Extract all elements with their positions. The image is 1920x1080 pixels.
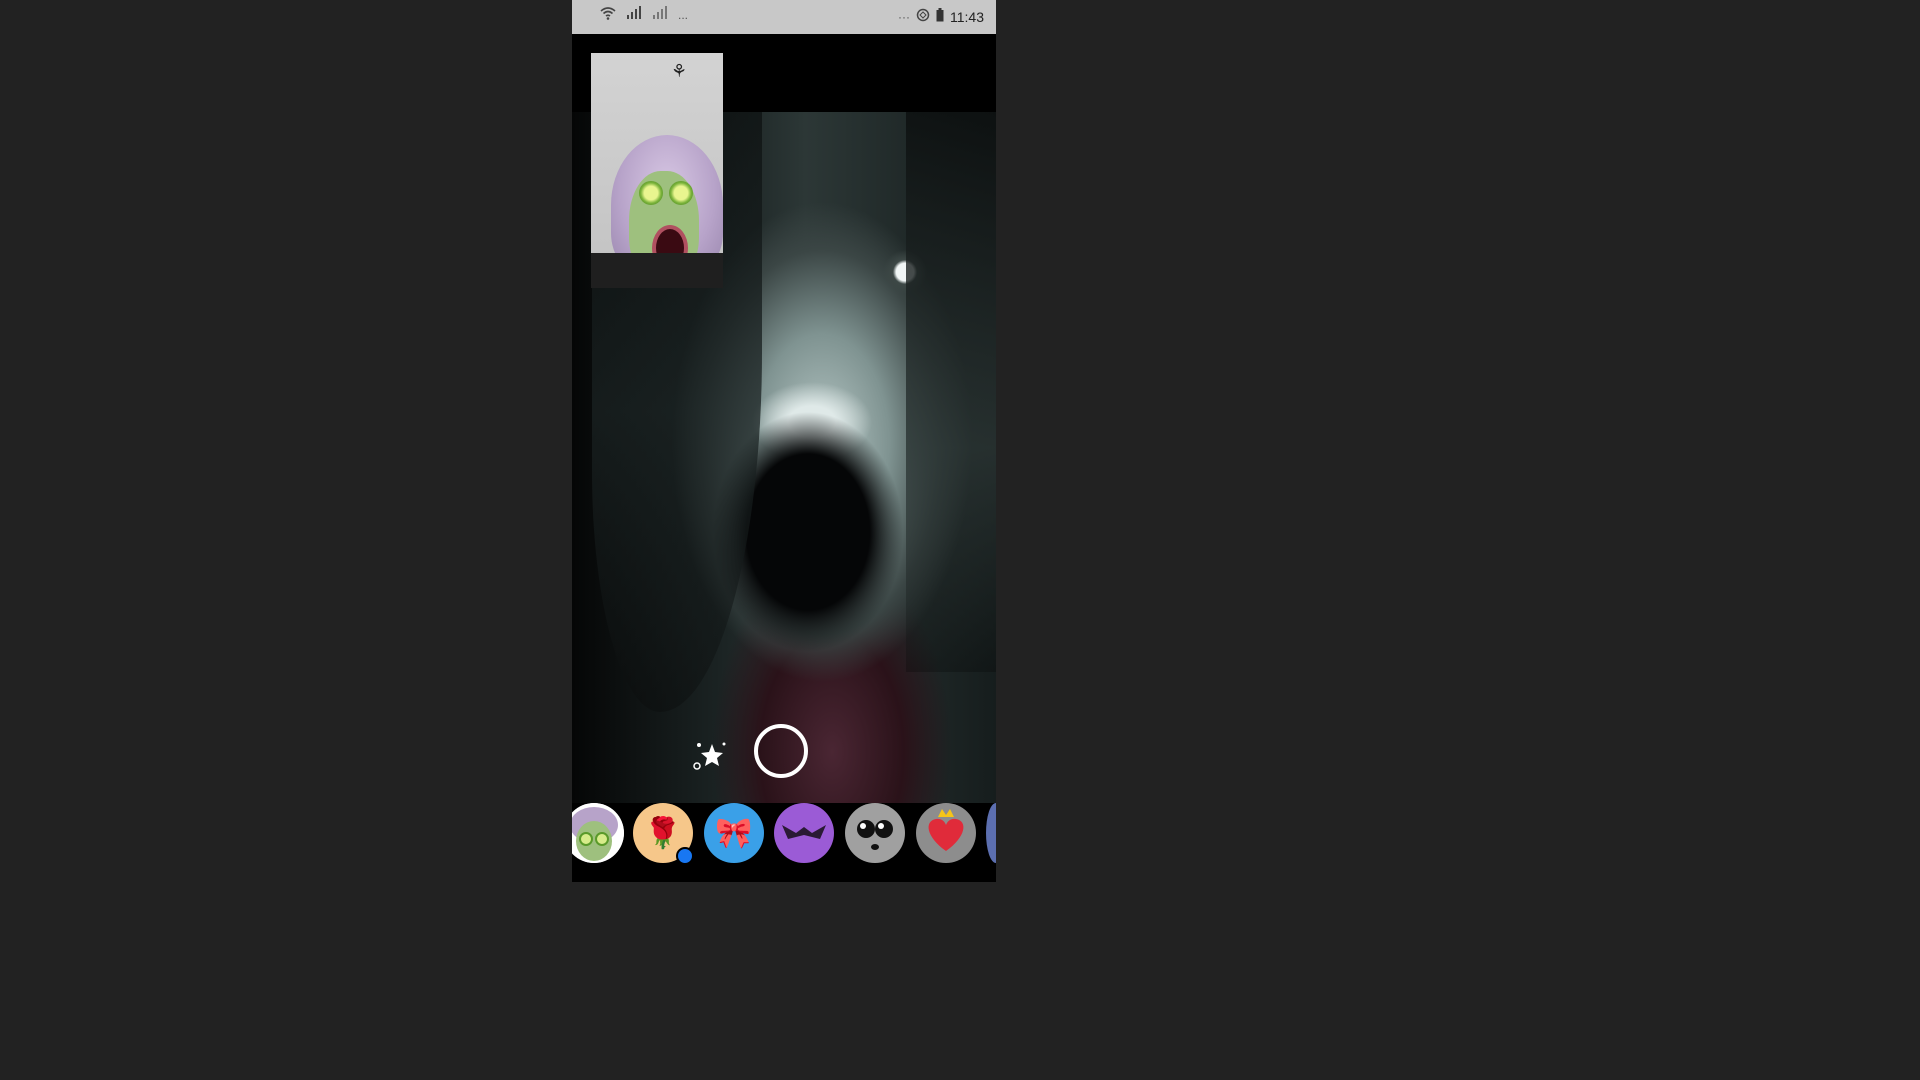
- bat-wings-icon: [782, 825, 826, 839]
- filter-bat-wings[interactable]: [774, 803, 834, 863]
- signal-icon: [626, 6, 642, 23]
- battery-icon: [936, 8, 944, 25]
- filter-bow[interactable]: 🎀: [704, 803, 764, 863]
- status-bar: ... ··· 11:43: [572, 0, 996, 34]
- sync-icon: [916, 8, 930, 25]
- cucumber-eye-icon: [669, 181, 693, 205]
- filter-tray: 🌹 🎀: [572, 803, 996, 882]
- new-filter-badge: [676, 847, 694, 865]
- signal-icon: [652, 6, 668, 23]
- self-view-video[interactable]: ⚘: [591, 53, 723, 288]
- spa-mask-icon: [572, 803, 624, 863]
- clock: 11:43: [950, 8, 984, 25]
- bow-icon: 🎀: [715, 816, 753, 850]
- camera-controls: [572, 718, 996, 798]
- remote-video-hair-right: [906, 112, 996, 672]
- cucumber-eye-icon: [639, 181, 663, 205]
- phone-screen: ... ··· 11:43 ⚘ 🌹 🎀: [572, 0, 996, 882]
- effects-button[interactable]: [690, 736, 730, 776]
- capture-button[interactable]: [754, 724, 808, 778]
- filter-heart-crown[interactable]: [916, 803, 976, 863]
- filter-spa-mask[interactable]: [572, 803, 624, 863]
- shoulders: [591, 253, 723, 288]
- wifi-icon: [600, 6, 616, 23]
- filter-big-eyes[interactable]: [845, 803, 905, 863]
- sparkle-star-icon: [693, 742, 726, 770]
- filter-next-partial[interactable]: [986, 803, 996, 863]
- lamp-icon: ⚘: [671, 61, 688, 81]
- big-eyes-icon: [857, 820, 893, 850]
- more-notifications-indicator: ...: [678, 7, 689, 22]
- more-status-indicator: ···: [898, 9, 910, 24]
- heart-crown-icon: [928, 809, 964, 851]
- rose-icon: 🌹: [644, 816, 682, 850]
